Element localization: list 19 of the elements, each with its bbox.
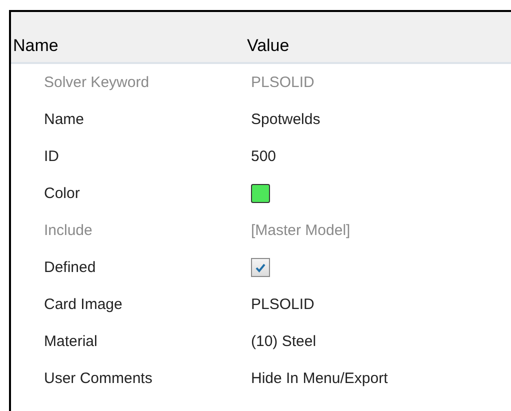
property-name: Color <box>43 185 81 202</box>
property-value[interactable]: PLSOLID <box>251 296 314 313</box>
property-name: Defined <box>43 259 97 276</box>
property-name: ID <box>43 148 60 165</box>
property-name: User Comments <box>43 370 154 387</box>
property-value[interactable]: Spotwelds <box>251 111 320 128</box>
column-header: Name <box>12 36 60 56</box>
property-name: Name <box>43 111 86 128</box>
checkmark-icon <box>255 262 266 272</box>
column-header: Value <box>247 36 290 56</box>
property-value[interactable]: 500 <box>251 148 276 165</box>
color-swatch[interactable] <box>251 184 270 203</box>
checkbox[interactable] <box>251 258 270 277</box>
property-value[interactable]: Hide In Menu/Export <box>251 370 388 387</box>
property-name: Include <box>43 222 94 239</box>
property-name: Card Image <box>43 296 124 313</box>
property-name: Solver Keyword <box>43 74 150 91</box>
property-name: Material <box>43 333 98 350</box>
property-value[interactable]: (10) Steel <box>251 333 316 350</box>
